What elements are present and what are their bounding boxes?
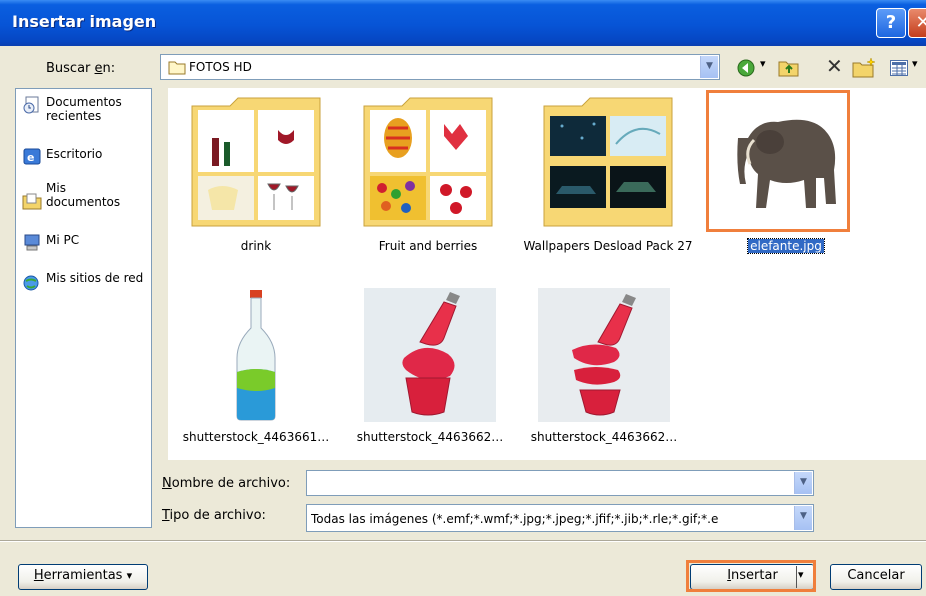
folder-icon: [168, 61, 186, 75]
folder-thumbnail-icon: [191, 97, 321, 227]
my-computer-icon: [24, 234, 40, 251]
file-item-shutterstock-2[interactable]: shutterstock_4463662…: [342, 288, 518, 450]
desktop-icon: e: [23, 148, 41, 165]
up-folder-icon[interactable]: [778, 58, 800, 78]
file-name: Wallpapers Desload Pack 27: [523, 239, 693, 253]
help-button[interactable]: ?: [876, 8, 906, 38]
file-name: Fruit and berries: [378, 239, 478, 253]
views-dropdown-icon[interactable]: ▾: [912, 57, 918, 70]
back-dropdown-icon[interactable]: ▾: [760, 57, 766, 70]
file-name: drink: [240, 239, 272, 253]
file-type-select[interactable]: Todas las imágenes (*.emf;*.wmf;*.jpg;*.…: [306, 504, 814, 532]
file-type-label: Tipo de archivo:: [162, 508, 266, 523]
folder-thumbnail-icon: [363, 97, 493, 227]
tools-dropdown-arrow-icon: ▾: [126, 569, 133, 582]
file-item-drink[interactable]: drink: [168, 94, 344, 264]
delete-icon[interactable]: ✕: [826, 54, 843, 78]
my-documents-icon: [22, 193, 42, 210]
close-button[interactable]: ✕: [908, 8, 926, 38]
folder-thumbnail-icon: [543, 97, 673, 227]
cancel-button[interactable]: Cancelar: [830, 564, 922, 590]
back-icon[interactable]: [736, 58, 756, 78]
look-in-value: FOTOS HD: [189, 60, 252, 74]
file-item-shutterstock-3[interactable]: shutterstock_4463662…: [516, 288, 692, 450]
file-name-label: Nombre de archivo:: [162, 476, 291, 491]
file-name: shutterstock_4463662…: [530, 430, 678, 444]
selection-highlight-box: [706, 90, 850, 232]
image-thumbnail: [364, 288, 496, 422]
image-thumbnail: [538, 288, 670, 422]
svg-text:e: e: [27, 151, 34, 164]
look-in-label: Buscar en:: [46, 61, 116, 76]
look-in-combo[interactable]: FOTOS HD ▼: [160, 54, 720, 80]
file-name: shutterstock_4463661…: [182, 430, 330, 444]
insert-highlight-box: [686, 560, 816, 592]
title-bar: Insertar imagen ? ✕: [0, 0, 926, 46]
recent-documents-icon: [23, 96, 39, 114]
file-item-wallpapers[interactable]: Wallpapers Desload Pack 27: [520, 94, 696, 274]
file-name: elefante.jpg: [747, 238, 825, 254]
footer-divider: [0, 540, 926, 542]
file-type-dropdown-arrow[interactable]: ▼: [794, 506, 812, 530]
file-item-shutterstock-1[interactable]: shutterstock_4463661…: [168, 288, 344, 450]
places-bar: Documentos recientes e Escritorio Mis do…: [15, 88, 152, 528]
file-name: shutterstock_4463662…: [356, 430, 504, 444]
file-name-dropdown-arrow[interactable]: ▼: [794, 472, 812, 494]
image-thumbnail: [190, 288, 322, 422]
network-places-icon: [23, 275, 39, 291]
new-folder-icon[interactable]: [852, 57, 876, 79]
views-icon[interactable]: [890, 60, 908, 76]
look-in-dropdown-arrow[interactable]: ▼: [700, 56, 718, 78]
dialog-title: Insertar imagen: [12, 12, 157, 31]
file-item-fruit-and-berries[interactable]: Fruit and berries: [340, 94, 516, 264]
file-name-input[interactable]: ▼: [306, 470, 814, 496]
insert-image-dialog: Insertar imagen ? ✕ Buscar en: FOTOS HD …: [0, 0, 926, 596]
tools-button[interactable]: Herramientas ▾: [18, 564, 148, 590]
